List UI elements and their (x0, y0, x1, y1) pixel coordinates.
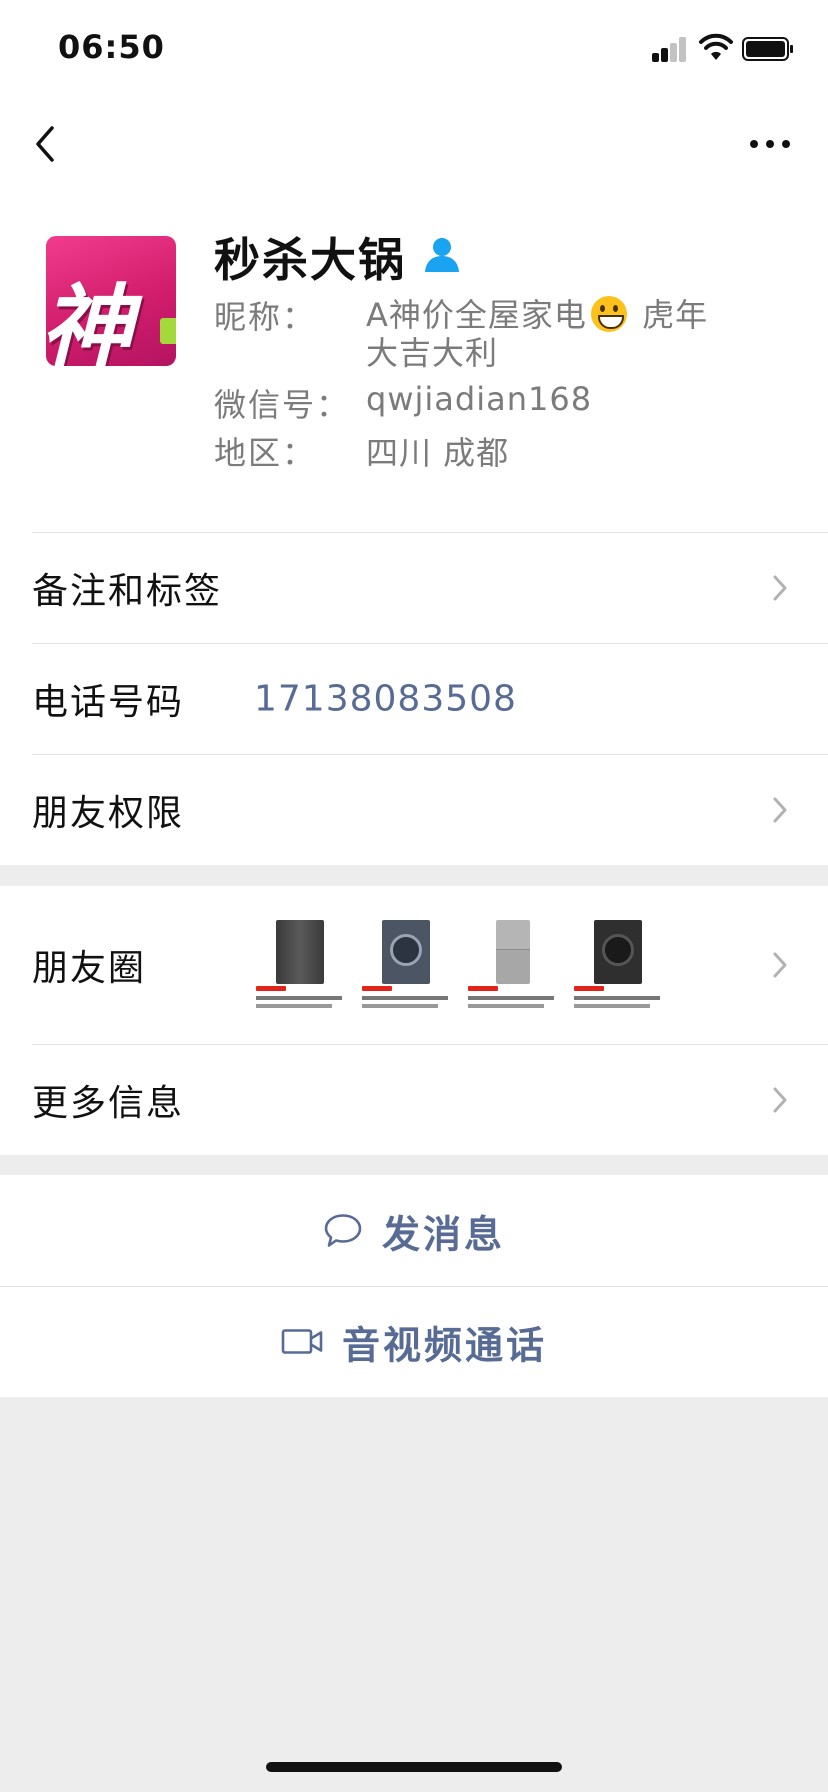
moments-row[interactable]: 朋友圈 (0, 886, 828, 1044)
av-call-button[interactable]: 音视频通话 (0, 1286, 828, 1397)
battery-icon (742, 37, 793, 61)
chevron-right-icon (773, 1087, 787, 1112)
phone-label: 电话号码 (32, 681, 185, 723)
back-button[interactable] (28, 114, 68, 170)
cellular-signal-icon (652, 36, 688, 62)
status-bar: 06:50 (0, 0, 828, 100)
friend-permissions-row[interactable]: 朋友权限 (0, 754, 828, 865)
moments-label: 朋友圈 (32, 948, 147, 989)
status-time: 06:50 (58, 28, 165, 66)
moments-thumbnail-refrigerator-dark (254, 916, 348, 1016)
grinning-face-emoji-icon (590, 296, 627, 332)
more-info-label: 更多信息 (32, 1082, 185, 1124)
profile-header: 神 秒杀大锅 昵称： A神价全屋家电 虎年大吉大利 微信号： qwjiadian… (0, 200, 828, 532)
chevron-right-icon (773, 952, 787, 978)
nickname-text: A神价全屋家电 (366, 296, 587, 334)
moments-thumbnails (254, 916, 674, 1016)
actions-section: 发消息 音视频通话 (0, 1175, 828, 1397)
av-call-label: 音视频通话 (342, 1323, 548, 1367)
friend-permissions-label: 朋友权限 (32, 792, 185, 834)
phone-row: 电话号码 17138083508 (0, 643, 828, 754)
home-indicator[interactable] (266, 1762, 562, 1772)
moments-thumbnail-washer-black (572, 916, 666, 1016)
chevron-right-icon (773, 575, 787, 600)
moments-thumbnail-refrigerator-silver (466, 916, 560, 1016)
send-message-button[interactable]: 发消息 (0, 1175, 828, 1286)
moments-section: 朋友圈 更多信息 (0, 886, 828, 1155)
wechat-id-label: 微信号： (214, 386, 351, 424)
region-value: 四川 成都 (366, 434, 510, 472)
avatar-logo-text: 神 (46, 274, 132, 366)
avatar[interactable]: 神 (46, 236, 176, 366)
person-icon (425, 238, 459, 272)
moments-thumbnail-washer-blue (360, 916, 454, 1016)
chevron-right-icon (773, 797, 787, 822)
send-message-label: 发消息 (382, 1212, 506, 1256)
region-label: 地区： (214, 434, 317, 472)
avatar-badge (160, 318, 176, 344)
display-name: 秒杀大锅 (214, 233, 406, 287)
chat-bubble-icon (324, 1214, 362, 1247)
more-info-row[interactable]: 更多信息 (0, 1044, 828, 1155)
nickname-label: 昵称： (214, 298, 317, 336)
remarks-tags-row[interactable]: 备注和标签 (0, 532, 828, 643)
contact-profile-screen: 06:50 神 秒杀大锅 昵称： A神价全屋家电 虎年大吉大利 微信号： qwj… (0, 0, 828, 1792)
navigation-bar (0, 100, 828, 200)
more-options-button[interactable] (740, 120, 800, 170)
wifi-icon (699, 33, 733, 60)
remarks-tags-label: 备注和标签 (32, 570, 223, 612)
video-camera-icon (281, 1329, 323, 1354)
contact-details-section: 备注和标签 电话号码 17138083508 朋友权限 (0, 532, 828, 865)
wechat-id-value: qwjiadian168 (366, 380, 593, 418)
nickname-value: A神价全屋家电 虎年大吉大利 (366, 296, 726, 372)
phone-number-link[interactable]: 17138083508 (254, 678, 517, 719)
